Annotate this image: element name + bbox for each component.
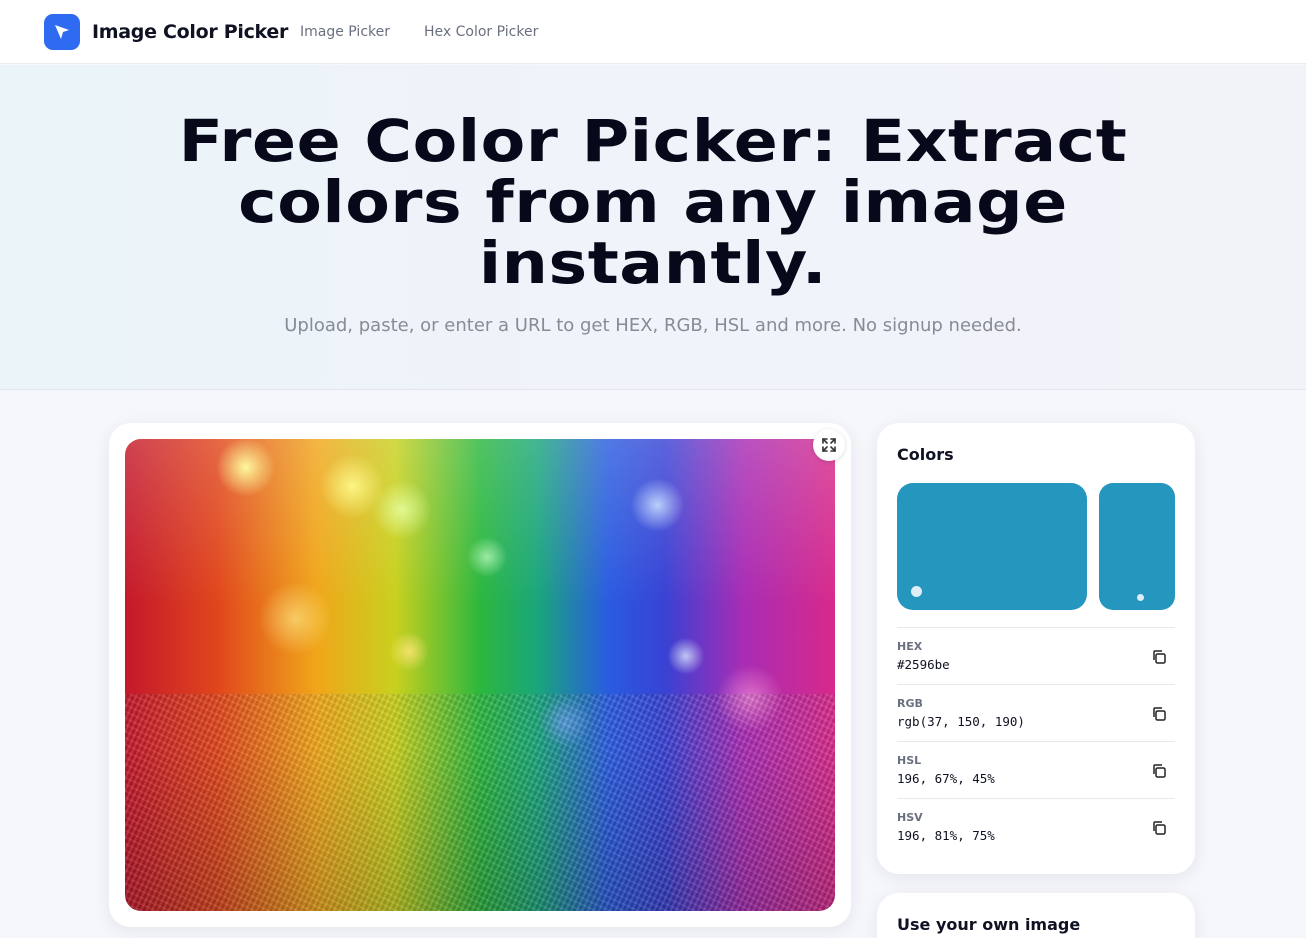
row-value: rgb(37, 150, 190)	[897, 714, 1025, 729]
colors-title: Colors	[897, 445, 954, 464]
page-subtitle: Upload, paste, or enter a URL to get HEX…	[284, 315, 1022, 336]
row-label: RGB	[897, 697, 923, 710]
image-canvas[interactable]	[125, 439, 835, 911]
colors-panel: Colors HEX #2596be RGB rgb(37, 150, 190)…	[877, 423, 1195, 874]
copy-button[interactable]	[1149, 647, 1169, 667]
expand-icon	[822, 438, 836, 452]
logo[interactable]	[44, 14, 80, 50]
brand-name[interactable]: Image Color Picker	[92, 21, 288, 43]
swatch-marker-small	[1137, 594, 1144, 601]
nav-link-hex-color-picker[interactable]: Hex Color Picker	[424, 24, 538, 40]
copy-icon	[1153, 764, 1166, 778]
use-own-image-title: Use your own image	[897, 915, 1081, 934]
color-value-row-hex: HEX #2596be	[897, 627, 1175, 684]
color-value-row-hsv: HSV 196, 81%, 75%	[897, 798, 1175, 855]
cursor-arrow-icon	[55, 25, 69, 39]
row-value: #2596be	[897, 657, 950, 672]
nav-link-image-picker[interactable]: Image Picker	[300, 24, 390, 40]
copy-button[interactable]	[1149, 761, 1169, 781]
color-swatch-primary[interactable]	[897, 483, 1087, 610]
expand-button[interactable]	[813, 429, 845, 461]
copy-icon	[1153, 707, 1166, 721]
top-nav: Image Color Picker Image Picker Hex Colo…	[0, 0, 1306, 64]
copy-icon	[1153, 821, 1166, 835]
row-value: 196, 81%, 75%	[897, 828, 995, 843]
row-value: 196, 67%, 45%	[897, 771, 995, 786]
hero-section: Free Color Picker: Extract colors from a…	[0, 65, 1306, 390]
copy-button[interactable]	[1149, 818, 1169, 838]
copy-icon	[1153, 650, 1166, 664]
color-swatch-secondary[interactable]	[1099, 483, 1175, 610]
copy-button[interactable]	[1149, 704, 1169, 724]
color-value-row-rgb: RGB rgb(37, 150, 190)	[897, 684, 1175, 741]
row-label: HSL	[897, 754, 922, 767]
page-title: Free Color Picker: Extract colors from a…	[178, 107, 1128, 297]
image-card	[109, 423, 851, 927]
row-label: HEX	[897, 640, 923, 653]
use-own-image-panel: Use your own image	[877, 893, 1195, 938]
color-value-row-hsl: HSL 196, 67%, 45%	[897, 741, 1175, 798]
row-label: HSV	[897, 811, 923, 824]
swatch-marker	[911, 586, 922, 597]
image-glitter-layer	[125, 693, 835, 911]
